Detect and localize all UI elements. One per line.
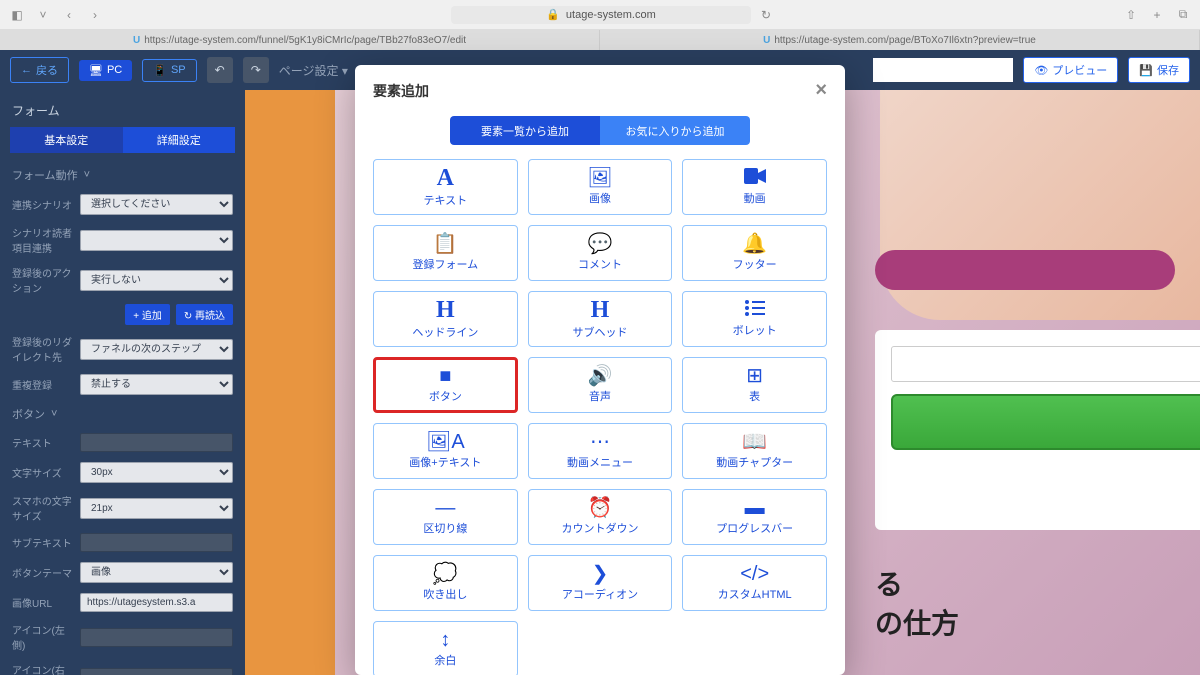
element-label: カスタムHTML	[718, 586, 792, 602]
element-card-表[interactable]: ⊞表	[682, 357, 827, 413]
element-label: 画像	[589, 190, 611, 206]
element-icon: ⋯	[590, 432, 610, 452]
dropdown-icon[interactable]: ˅	[34, 6, 52, 24]
element-icon: ↕	[440, 630, 450, 650]
element-card-余白[interactable]: ↕ 余白	[373, 621, 518, 675]
element-icon: 🔊	[588, 366, 613, 386]
element-card-動画メニュー[interactable]: ⋯ 動画メニュー	[528, 423, 673, 479]
reload-icon[interactable]: ↻	[757, 6, 775, 24]
element-icon: 💭	[433, 564, 458, 584]
lock-icon: 🔒	[546, 8, 560, 21]
element-label: サブヘッド	[572, 324, 627, 340]
element-icon: —	[435, 498, 455, 518]
modal-tab-list[interactable]: 要素一覧から追加	[450, 116, 600, 145]
element-card-プログレスバー[interactable]: ▬ プログレスバー	[682, 489, 827, 545]
modal-tab-fav[interactable]: お気に入りから追加	[600, 116, 750, 145]
element-card-アコーディオン[interactable]: ❯ アコーディオン	[528, 555, 673, 611]
element-icon: ■	[439, 366, 451, 386]
element-label: 表	[749, 388, 760, 404]
element-label: ヘッドライン	[412, 324, 478, 340]
forward-icon[interactable]: ›	[86, 6, 104, 24]
url-text: utage-system.com	[566, 9, 656, 21]
new-tab-icon[interactable]: +	[1148, 6, 1166, 24]
element-icon: A	[437, 166, 454, 190]
element-label: 登録フォーム	[412, 256, 478, 272]
browser-tab-1[interactable]: Uhttps://utage-system.com/funnel/5gK1y8i…	[0, 30, 600, 50]
element-card-コメント[interactable]: 💬 コメント	[528, 225, 673, 281]
tab-strip: Uhttps://utage-system.com/funnel/5gK1y8i…	[0, 30, 1200, 50]
element-icon: ❯	[592, 564, 609, 584]
element-icon: 💬	[588, 234, 613, 254]
element-card-ヘッドライン[interactable]: H ヘッドライン	[373, 291, 518, 347]
element-card-登録フォーム[interactable]: 📋 登録フォーム	[373, 225, 518, 281]
element-card-サブヘッド[interactable]: H サブヘッド	[528, 291, 673, 347]
element-card-画像[interactable]: 🖼 画像	[528, 159, 673, 215]
element-icon: 📖	[742, 432, 767, 452]
favicon-icon: U	[133, 35, 140, 46]
element-icon: H	[591, 298, 610, 322]
sidebar-toggle-icon[interactable]: ◧	[8, 6, 26, 24]
element-card-ボタン[interactable]: ■ ボタン	[373, 357, 518, 413]
element-card-動画[interactable]: 動画	[682, 159, 827, 215]
share-icon[interactable]: ⇧	[1122, 6, 1140, 24]
element-label: 画像+テキスト	[409, 454, 481, 470]
browser-tab-2[interactable]: Uhttps://utage-system.com/page/BToXo7Il6…	[600, 30, 1200, 50]
element-icon: 🖼	[587, 168, 612, 188]
back-icon[interactable]: ‹	[60, 6, 78, 24]
tabs-icon[interactable]: ⧉	[1174, 6, 1192, 24]
element-icon: H	[436, 298, 455, 322]
element-card-テキスト[interactable]: A テキスト	[373, 159, 518, 215]
element-icon: ⊞	[746, 366, 763, 386]
element-label: 吹き出し	[423, 586, 467, 602]
element-label: 音声	[589, 388, 611, 404]
element-label: ボレット	[733, 322, 777, 338]
element-icon	[745, 300, 765, 320]
element-icon: 🔔	[742, 234, 767, 254]
element-card-カウントダウン[interactable]: ⏰ カウントダウン	[528, 489, 673, 545]
add-element-modal: 要素追加 × 要素一覧から追加 お気に入りから追加 A テキスト 🖼 画像 動画 📋 登録フ…	[355, 65, 845, 675]
element-label: 動画チャプター	[716, 454, 793, 470]
element-card-区切り線[interactable]: — 区切り線	[373, 489, 518, 545]
element-label: アコーディオン	[562, 586, 638, 602]
element-icon: ▬	[745, 498, 765, 518]
element-card-ボレット[interactable]: ボレット	[682, 291, 827, 347]
element-icon	[744, 168, 766, 188]
close-icon[interactable]: ×	[815, 79, 827, 102]
element-label: ボタン	[429, 388, 462, 404]
browser-toolbar: ◧ ˅ ‹ › 🔒 utage-system.com ↻ ⇧ + ⧉	[0, 0, 1200, 30]
element-label: コメント	[578, 256, 622, 272]
element-card-音声[interactable]: 🔊 音声	[528, 357, 673, 413]
element-icon: </>	[740, 564, 769, 584]
modal-title: 要素追加	[373, 81, 429, 101]
element-label: 動画メニュー	[567, 454, 633, 470]
element-label: 区切り線	[423, 520, 467, 536]
element-card-画像+テキスト[interactable]: 🖼A 画像+テキスト	[373, 423, 518, 479]
element-label: テキスト	[423, 192, 467, 208]
element-card-カスタムHTML[interactable]: </> カスタムHTML	[682, 555, 827, 611]
element-card-動画チャプター[interactable]: 📖 動画チャプター	[682, 423, 827, 479]
modal-backdrop: 要素追加 × 要素一覧から追加 お気に入りから追加 A テキスト 🖼 画像 動画 📋 登録フ…	[0, 50, 1200, 675]
favicon-icon: U	[763, 35, 770, 46]
element-icon: ⏰	[588, 498, 613, 518]
element-card-フッター[interactable]: 🔔 フッター	[682, 225, 827, 281]
element-label: 余白	[434, 652, 456, 668]
address-bar[interactable]: 🔒 utage-system.com	[451, 6, 751, 24]
element-label: フッター	[733, 256, 777, 272]
element-label: カウントダウン	[561, 520, 638, 536]
element-card-吹き出し[interactable]: 💭 吹き出し	[373, 555, 518, 611]
element-label: プログレスバー	[716, 520, 793, 536]
element-icon: 🖼A	[426, 432, 465, 452]
element-icon: 📋	[433, 234, 458, 254]
element-label: 動画	[744, 190, 766, 206]
